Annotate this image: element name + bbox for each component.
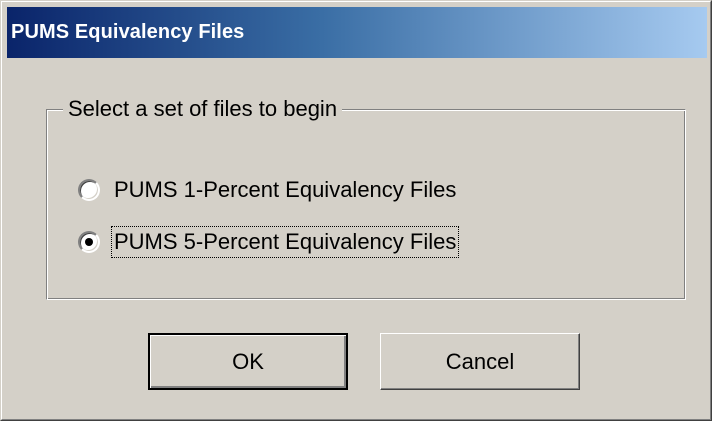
option-1-percent-label[interactable]: PUMS 1-Percent Equivalency Files: [112, 175, 458, 205]
dialog-window: PUMS Equivalency Files Select a set of f…: [0, 0, 712, 421]
window-title: PUMS Equivalency Files: [11, 21, 245, 43]
dialog-frame: PUMS Equivalency Files Select a set of f…: [1, 1, 711, 420]
title-bar[interactable]: PUMS Equivalency Files: [7, 7, 707, 58]
option-1-percent[interactable]: PUMS 1-Percent Equivalency Files: [78, 175, 458, 205]
option-5-percent-label[interactable]: PUMS 5-Percent Equivalency Files: [110, 226, 460, 258]
ok-button[interactable]: OK: [148, 333, 348, 390]
file-set-group: Select a set of files to begin PUMS 1-Pe…: [46, 97, 686, 300]
radio-button-1-percent[interactable]: [78, 179, 100, 201]
cancel-button[interactable]: Cancel: [380, 333, 580, 390]
option-5-percent[interactable]: PUMS 5-Percent Equivalency Files: [78, 226, 460, 258]
radio-selected-dot-icon: [85, 238, 93, 246]
group-box-legend: Select a set of files to begin: [63, 97, 343, 121]
radio-button-5-percent[interactable]: [78, 231, 100, 253]
